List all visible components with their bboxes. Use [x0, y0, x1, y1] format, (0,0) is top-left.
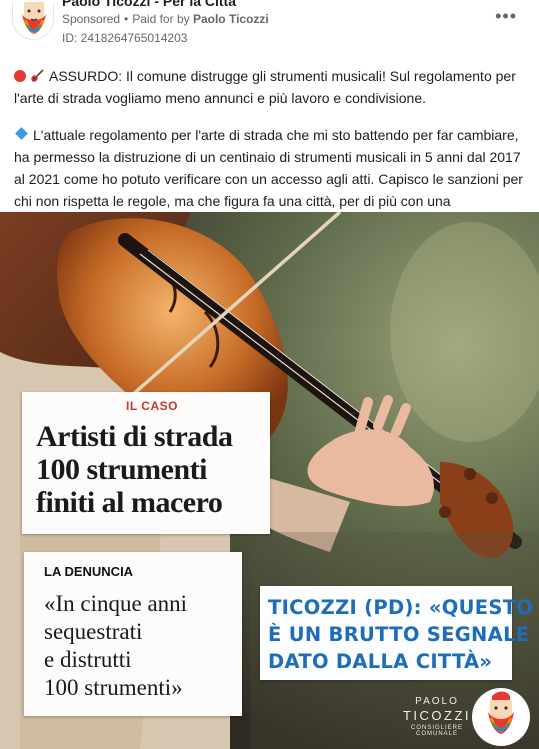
- clip2-line: «In cinque anni: [44, 591, 188, 616]
- clip1-headline: Artisti di strada 100 strumenti finiti a…: [36, 420, 266, 519]
- newspaper-clipping-ticozzi-quote: TICOZZI (PD): «QUESTO È UN BRUTTO SEGNAL…: [260, 586, 534, 680]
- newspaper-clipping-il-caso: IL CASO Artisti di strada 100 strumenti …: [22, 392, 270, 534]
- bearded-face-rainbow-icon: [488, 691, 514, 734]
- post-header: Paolo Ticozzi - Per la Città Sponsored • P…: [0, 0, 539, 56]
- clip1-line: Artisti di strada: [36, 420, 233, 453]
- logo-line-2: TICOZZI: [402, 708, 472, 723]
- newspaper-clipping-la-denuncia: LA DENUNCIA «In cinque anni sequestrati …: [24, 552, 242, 716]
- logo-line-1: PAOLO: [415, 696, 459, 707]
- ad-id: ID: 2418264765014203: [62, 31, 188, 45]
- guitar-icon: [31, 69, 44, 82]
- sponsored-label: Sponsored: [62, 12, 121, 26]
- bearded-face-rainbow-icon: [22, 2, 46, 34]
- logo-line-3: CONSIGLIERE COMUNALE: [410, 725, 463, 737]
- more-horizontal-icon[interactable]: •••: [495, 6, 517, 27]
- sponsored-meta: Sponsored • Paid for by Paolo Ticozzi: [62, 12, 269, 26]
- red-circle-icon: [14, 70, 26, 82]
- paid-for-prefix: Paid for by: [132, 12, 190, 26]
- post-text-paragraph-1: ASSURDO: Il comune distrugge gli strumen…: [14, 65, 526, 109]
- ticozzi-logo-text: PAOLO TICOZZI CONSIGLIERE COMUNALE: [392, 696, 482, 737]
- post-text-p1: ASSURDO: Il comune distrugge gli strumen…: [14, 68, 516, 106]
- clip2-line: sequestrati: [44, 619, 143, 644]
- clip3-line: TICOZZI (PD): «QUESTO: [268, 596, 534, 619]
- clip2-line: e distrutti: [44, 647, 132, 672]
- clip1-line: 100 strumenti: [36, 453, 207, 486]
- page-avatar[interactable]: [12, 2, 54, 40]
- page-name[interactable]: Paolo Ticozzi - Per la Città: [62, 0, 236, 9]
- clip1-line: finiti al macero: [36, 486, 223, 519]
- clip2-quote: «In cinque anni sequestrati e distrutti …: [44, 590, 240, 702]
- clip3-text: TICOZZI (PD): «QUESTO È UN BRUTTO SEGNAL…: [268, 594, 534, 675]
- post-image[interactable]: IL CASO Artisti di strada 100 strumenti …: [0, 212, 539, 749]
- paid-for-name: Paolo Ticozzi: [192, 12, 269, 26]
- clip3-line: DATO DALLA CITTÀ»: [268, 650, 493, 673]
- ticozzi-logo-badge: [472, 688, 530, 746]
- clip3-line: È UN BRUTTO SEGNALE: [268, 623, 530, 646]
- blue-diamond-icon: [15, 127, 28, 140]
- clip2-kicker: LA DENUNCIA: [44, 564, 134, 579]
- clip1-kicker: IL CASO: [126, 399, 178, 413]
- clip2-line: 100 strumenti»: [44, 675, 183, 700]
